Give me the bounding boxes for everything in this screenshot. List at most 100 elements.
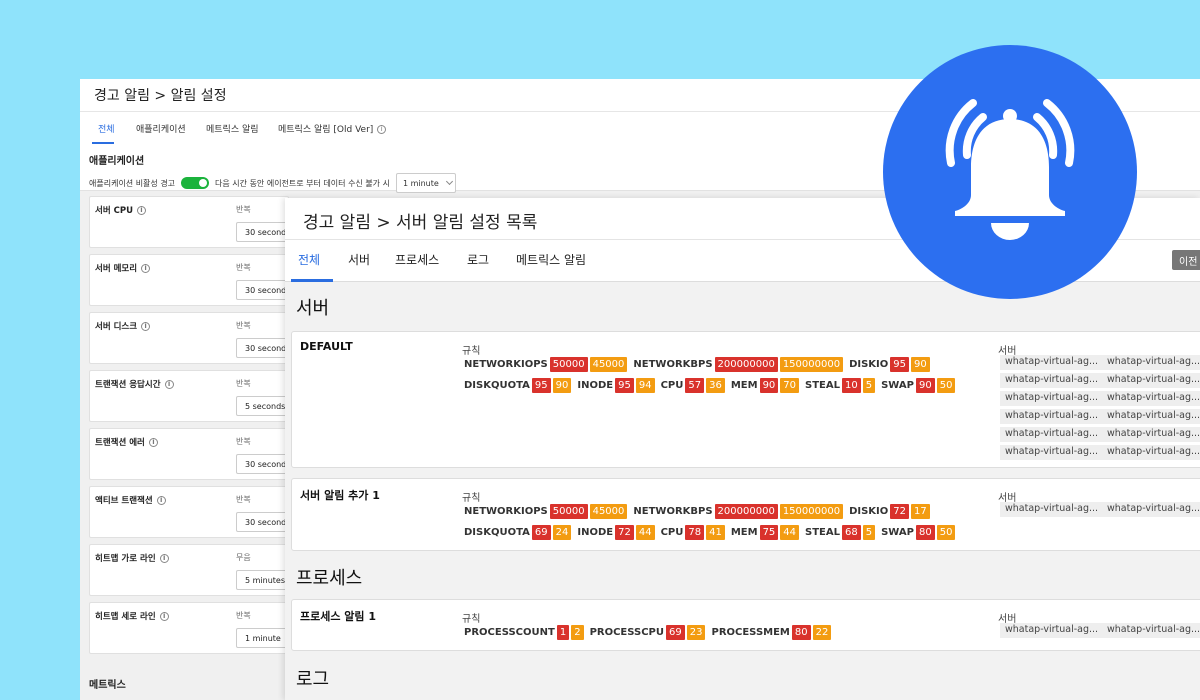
info-icon[interactable]: i <box>141 264 151 273</box>
active-tab-indicator <box>291 279 333 282</box>
alert-card-heatmap-vertical[interactable]: 히트맵 세로 라인 i 반복 1 minute <box>89 602 296 654</box>
rule-column-label: 규칙 <box>462 493 481 504</box>
tab-metrics-alert-old[interactable]: 메트릭스 알림 [Old Ver] i <box>278 122 387 135</box>
critical-threshold-badge: 80 <box>915 524 935 540</box>
critical-threshold-badge: 50000 <box>549 356 588 372</box>
warning-threshold-badge: 5 <box>862 377 876 393</box>
metric-name: INODE <box>577 526 614 538</box>
rule-column-label: 규칙 <box>462 614 481 625</box>
info-icon[interactable]: i <box>159 612 169 621</box>
prev-button[interactable]: 이전 <box>1172 250 1200 270</box>
server-tag[interactable]: whatap-virtual-ag... <box>1102 373 1200 388</box>
alert-card-sub: 반복 <box>236 379 251 388</box>
info-icon[interactable]: i <box>148 438 158 447</box>
tab-server[interactable]: 서버 <box>348 251 370 268</box>
alert-card-label: 서버 CPU i <box>95 204 146 216</box>
warning-threshold-badge: 45000 <box>589 503 628 519</box>
alert-card-label: 히트맵 가로 라인 i <box>95 552 169 564</box>
tab-process[interactable]: 프로세스 <box>395 251 439 268</box>
server-tag[interactable]: whatap-virtual-ag... <box>1000 355 1104 370</box>
alert-card-tx-error[interactable]: 트랜잭션 에러 i 반복 30 seconds <box>89 428 296 480</box>
server-tag[interactable]: whatap-virtual-ag... <box>1000 391 1104 406</box>
alert-card-label: 히트맵 세로 라인 i <box>95 610 169 622</box>
metric-name: CPU <box>660 379 684 391</box>
group-title-server: 서버 <box>296 298 330 319</box>
tab-metrics-alert[interactable]: 메트릭스 알림 <box>516 251 586 268</box>
info-icon[interactable]: i <box>141 322 151 331</box>
tab-application[interactable]: 애플리케이션 <box>136 122 186 135</box>
app-inactive-alert-row: 애플리케이션 비활성 경고 다음 시간 동안 에이전트로 부터 데이터 수신 불… <box>89 173 456 193</box>
rule-card-default[interactable]: DEFAULT 규칙 서버 NETWORKIOPS 50000 45000 NETWO… <box>291 331 1200 468</box>
server-tag[interactable]: whatap-virtual-ag... <box>1000 502 1104 517</box>
warning-threshold-badge: 90 <box>911 356 930 372</box>
alert-card-active-tx[interactable]: 액티브 트랜잭션 i 반복 30 seconds <box>89 486 296 538</box>
server-tag[interactable]: whatap-virtual-ag... <box>1000 427 1104 442</box>
warning-threshold-badge: 50 <box>936 524 956 540</box>
info-icon[interactable]: i <box>136 206 146 215</box>
rule-card-server-alert-add-1[interactable]: 서버 알림 추가 1 규칙 서버 NETWORKIOPS 50000 45000 NE… <box>291 478 1200 551</box>
alert-card-server-disk[interactable]: 서버 디스크 i 반복 30 seconds <box>89 312 296 364</box>
critical-threshold-badge: 57 <box>685 377 705 393</box>
server-tag[interactable]: whatap-virtual-ag... <box>1102 391 1200 406</box>
page-title: 경고 알림 > 알림 설정 <box>94 88 227 104</box>
metric-name: STEAL <box>805 379 840 391</box>
critical-threshold-badge: 50000 <box>549 503 588 519</box>
server-tag[interactable]: whatap-virtual-ag... <box>1102 623 1200 638</box>
metric-name: PROCESSCPU <box>589 626 665 638</box>
server-tag[interactable]: whatap-virtual-ag... <box>1000 409 1104 424</box>
rule-name: 프로세스 알림 1 <box>300 610 377 623</box>
critical-threshold-badge: 69 <box>666 624 685 640</box>
rule-condition-line: DISKQUOTA 69 24 INODE 72 44 CPU 78 41 MEM 75 44 STEA… <box>464 524 961 540</box>
server-tag[interactable]: whatap-virtual-ag... <box>1000 623 1104 638</box>
metric-name: DISKIO <box>849 358 889 370</box>
tab-log[interactable]: 로그 <box>467 251 489 268</box>
server-tag[interactable]: whatap-virtual-ag... <box>1102 445 1200 460</box>
metric-name: DISKQUOTA <box>464 526 530 538</box>
app-inactive-alert-desc: 다음 시간 동안 에이전트로 부터 데이터 수신 불가 시 <box>215 178 390 188</box>
alert-card-sub: 반복 <box>236 611 251 620</box>
metric-name: NETWORKIOPS <box>464 505 548 517</box>
critical-threshold-badge: 78 <box>685 524 705 540</box>
info-icon[interactable]: i <box>159 554 169 563</box>
server-tag[interactable]: whatap-virtual-ag... <box>1102 355 1200 370</box>
critical-threshold-badge: 80 <box>791 624 811 640</box>
info-icon[interactable]: i <box>164 380 174 389</box>
server-tag[interactable]: whatap-virtual-ag... <box>1102 427 1200 442</box>
critical-threshold-badge: 10 <box>842 377 861 393</box>
page-title: 경고 알림 > 서버 알림 설정 목록 <box>303 213 538 233</box>
warning-threshold-badge: 44 <box>780 524 800 540</box>
alert-card-heatmap-horizontal[interactable]: 히트맵 가로 라인 i 무음 5 minutes <box>89 544 296 596</box>
metric-name: PROCESSCOUNT <box>464 626 555 638</box>
server-tag[interactable]: whatap-virtual-ag... <box>1102 502 1200 517</box>
warning-threshold-badge: 2 <box>571 624 584 640</box>
server-tag[interactable]: whatap-virtual-ag... <box>1102 409 1200 424</box>
tab-all[interactable]: 전체 <box>298 251 320 268</box>
info-icon[interactable]: i <box>377 125 387 134</box>
server-tag[interactable]: whatap-virtual-ag... <box>1000 373 1104 388</box>
rule-card-process-alert-1[interactable]: 프로세스 알림 1 규칙 서버 PROCESSCOUNT 1 2 PROCESSCPU… <box>291 599 1200 651</box>
warning-threshold-badge: 90 <box>552 377 572 393</box>
alert-card-sub: 반복 <box>236 437 251 446</box>
bell-ringing-icon <box>945 99 1075 240</box>
tab-all[interactable]: 전체 <box>98 122 115 135</box>
metric-name: NETWORKBPS <box>633 358 713 370</box>
active-tab-indicator <box>92 142 114 144</box>
rule-condition-line: NETWORKIOPS 50000 45000 NETWORKBPS 200000000… <box>464 503 936 519</box>
critical-threshold-badge: 72 <box>615 524 634 540</box>
metric-name: MEM <box>730 379 758 391</box>
alert-card-tx-response[interactable]: 트랜잭션 응답시간 i 반복 5 seconds <box>89 370 296 422</box>
warning-threshold-badge: 5 <box>862 524 876 540</box>
warning-threshold-badge: 94 <box>635 377 655 393</box>
app-inactive-alert-toggle[interactable] <box>181 177 210 189</box>
info-icon[interactable]: i <box>156 496 166 505</box>
alert-card-server-memory[interactable]: 서버 메모리 i 반복 30 seconds <box>89 254 296 306</box>
alert-card-sub: 반복 <box>236 263 251 272</box>
tab-metrics-alert-old-label: 메트릭스 알림 [Old Ver] <box>278 125 374 135</box>
tab-metrics-alert[interactable]: 메트릭스 알림 <box>206 122 259 135</box>
server-tag[interactable]: whatap-virtual-ag... <box>1000 445 1104 460</box>
alert-card-name: 서버 디스크 <box>95 322 138 332</box>
alert-card-server-cpu[interactable]: 서버 CPU i 반복 30 seconds <box>89 196 296 248</box>
metric-name: NETWORKBPS <box>633 505 713 517</box>
inactive-duration-select[interactable]: 1 minute <box>395 173 456 193</box>
warning-threshold-badge: 44 <box>635 524 655 540</box>
